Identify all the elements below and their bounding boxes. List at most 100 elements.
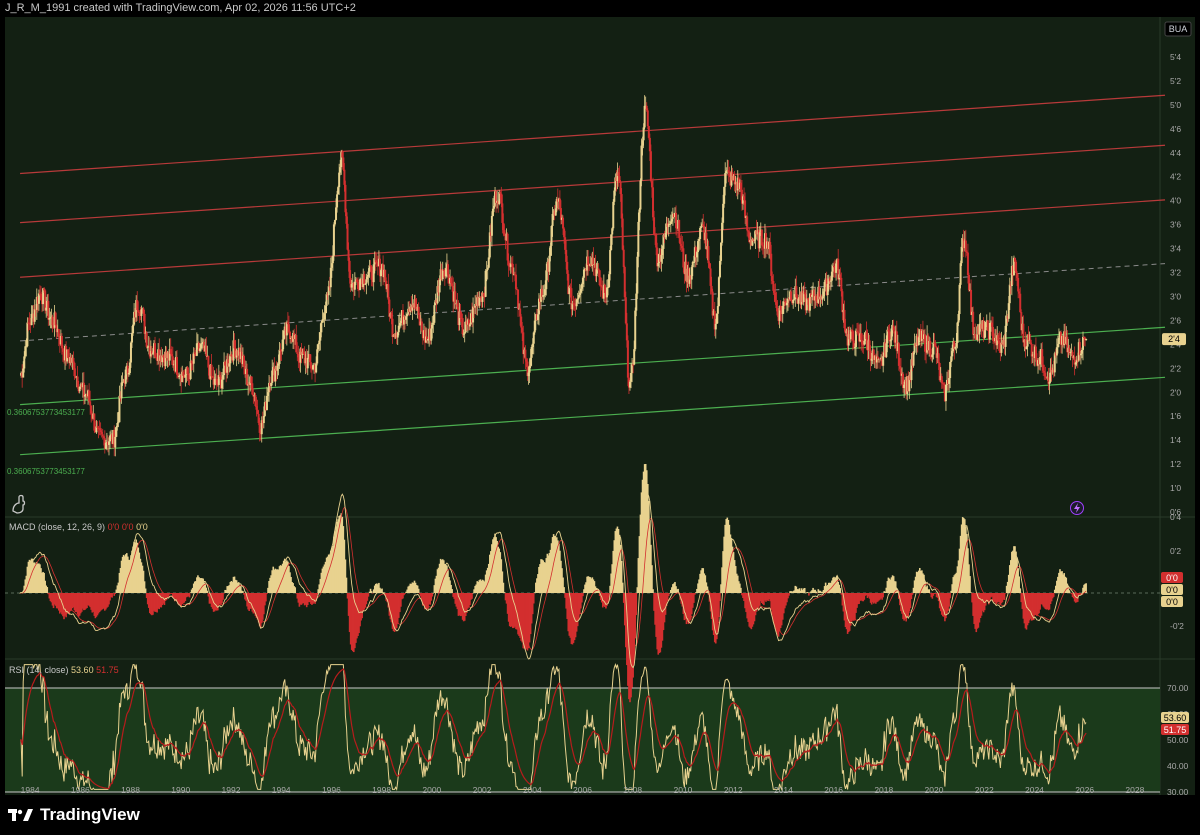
candle-body	[490, 215, 493, 236]
macd-axis-ticks: 0'4 0'2 -0'2	[1170, 512, 1184, 631]
price-axis-ticks: 5'4 5'2 5'0 4'6 4'4 4'2 4'0 3'6 3'4 3'2 3'0 2'6 2'4 2…	[1170, 52, 1181, 517]
candle-body	[716, 306, 719, 314]
candle-body	[320, 322, 323, 333]
macd-hist-bar	[807, 592, 809, 593]
chart-svg[interactable]: 5'4 5'2 5'0 4'6 4'4 4'2 4'0 3'6 3'4 3'2 3'0 2'6 2'4 2…	[5, 17, 1195, 795]
candle-body	[937, 353, 940, 364]
candle-body	[145, 332, 148, 347]
macd-hist-bar	[114, 593, 117, 594]
candle-body	[514, 274, 517, 290]
chart-caption: J_R_M_1991 created with TradingView.com,…	[5, 2, 356, 14]
macd-hist-bar	[808, 593, 810, 596]
time-tick-label: 1996	[322, 785, 341, 795]
candle-body	[707, 246, 710, 264]
candle-body	[958, 284, 961, 315]
time-tick-label: 2002	[473, 785, 492, 795]
time-tick-label: 1984	[21, 785, 40, 795]
macd-hist-bar	[694, 593, 696, 595]
macd-hist-bar	[928, 589, 931, 593]
macd-hist-bar	[652, 589, 654, 593]
candle-body	[986, 320, 989, 331]
candle-body	[714, 323, 717, 330]
lightning-icon[interactable]	[1070, 501, 1084, 515]
macd-hist-bar	[969, 576, 971, 593]
macd-hist-bar	[144, 588, 147, 593]
macd-hist-bar	[265, 593, 267, 602]
candle-body	[1085, 339, 1088, 341]
candle-body	[622, 249, 625, 267]
macd-hist-bar	[815, 591, 818, 593]
macd-hist-bar	[222, 593, 224, 600]
rsi-badge-2: 51.75	[1164, 725, 1187, 735]
time-tick-label: 2012	[724, 785, 743, 795]
rsi-legend[interactable]: RSI (14, close) 53.60 51.75	[9, 665, 119, 675]
macd-value-1: 0'0	[107, 522, 120, 532]
candle-body	[643, 105, 646, 128]
macd-hist-bar	[345, 577, 348, 593]
time-tick-label: 2022	[975, 785, 994, 795]
rsi-axis-ticks: 70.0060.0050.0040.0030.00	[1167, 683, 1189, 795]
macd-tick-label: -0'2	[1170, 621, 1184, 631]
time-tick-label: 2004	[523, 785, 542, 795]
channel-green-line-1	[20, 376, 1166, 456]
candle-body	[333, 220, 336, 225]
price-tick-label: 3'6	[1170, 220, 1181, 230]
candle-body	[682, 248, 685, 268]
time-axis-ticks: 1984 1986 1988 1990 1992 1994 1996 1998 2000 2002…	[21, 785, 1145, 795]
macd-hist-bar	[1052, 593, 1055, 597]
candle-body	[89, 401, 92, 406]
macd-hist-bar	[563, 587, 565, 593]
time-tick-label: 2024	[1025, 785, 1044, 795]
macd-hist-bar	[839, 588, 842, 593]
macd-legend[interactable]: MACD (close, 12, 26, 9) 0'0 0'0 0'0	[9, 522, 148, 532]
price-tick-label: 3'2	[1170, 268, 1181, 278]
candle-body	[964, 240, 967, 252]
macd-hist-bar	[816, 593, 819, 594]
macd-badge-2: 0'0	[1166, 585, 1178, 595]
candle-body	[612, 201, 615, 229]
candle-body	[888, 331, 891, 341]
macd-tick-label: 0'2	[1170, 546, 1181, 556]
time-tick-label: 1986	[71, 785, 90, 795]
candle-body	[175, 357, 178, 375]
candle-body	[117, 422, 120, 424]
price-tick-label: 3'4	[1170, 244, 1181, 254]
candle-body	[746, 216, 749, 231]
candle-body	[609, 249, 612, 275]
candle-body	[882, 356, 885, 366]
dino-logo-icon[interactable]	[12, 494, 26, 514]
price-tick-label: 5'2	[1170, 76, 1181, 86]
tradingview-logo[interactable]: TradingView	[8, 805, 140, 825]
macd-hist-bar	[582, 593, 584, 597]
rsi-badge-1: 53.60	[1164, 713, 1187, 723]
price-tick-label: 3'0	[1170, 291, 1181, 301]
macd-hist-bar	[367, 593, 370, 597]
candle-body	[433, 305, 436, 323]
macd-hist-bar	[635, 593, 638, 616]
macd-hist-bar	[949, 593, 951, 599]
chart-area[interactable]: 5'4 5'2 5'0 4'6 4'4 4'2 4'0 3'6 3'4 3'2 3'0 2'6 2'4 2…	[5, 17, 1195, 795]
macd-hist-bar	[383, 592, 385, 593]
candle-body	[287, 324, 290, 332]
time-tick-label: 2028	[1125, 785, 1144, 795]
time-tick-label: 2006	[573, 785, 592, 795]
macd-hist-bar	[471, 593, 473, 599]
candle-body	[446, 264, 449, 275]
macd-hist-bar	[294, 587, 297, 593]
macd-hist-bar	[911, 593, 914, 595]
macd-tick-label: 0'4	[1170, 512, 1181, 522]
candle-body	[344, 184, 347, 213]
price-tick-label: 4'0	[1170, 196, 1181, 206]
price-tick-label: 4'4	[1170, 148, 1181, 158]
rsi-tick-label: 70.00	[1167, 683, 1189, 693]
macd-hist-bar	[111, 593, 113, 598]
candle-body	[562, 217, 565, 229]
candle-body	[54, 312, 57, 326]
rsi-legend-title: RSI (14, close)	[9, 665, 69, 675]
last-price-badge: 2'4	[1168, 334, 1180, 344]
rsi-value-2: 51.75	[96, 665, 119, 675]
macd-hist-bar	[503, 592, 506, 593]
price-tick-label: 1'4	[1170, 435, 1181, 445]
macd-hist-bar	[1019, 588, 1022, 593]
macd-hist-bar	[371, 593, 374, 594]
